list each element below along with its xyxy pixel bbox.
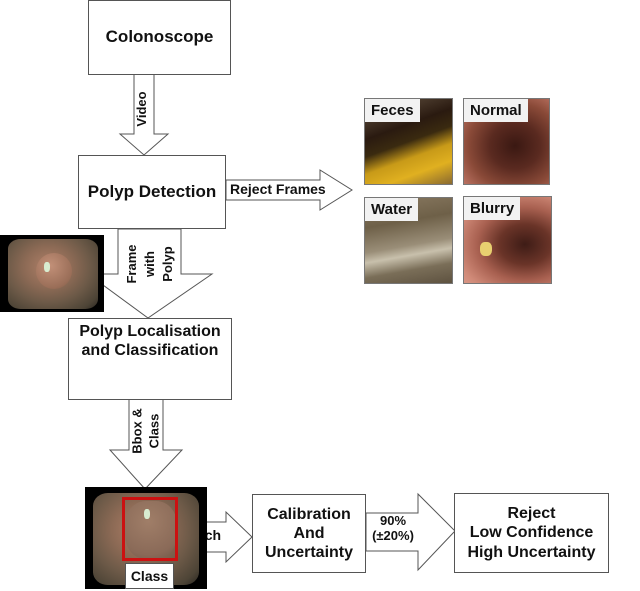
localisation-node: Polyp Localisation and Classification xyxy=(68,318,232,400)
rejected-frame-feces: Feces xyxy=(364,98,453,185)
rejected-frame-water: Water xyxy=(364,197,453,284)
class-label-tag: Class xyxy=(125,563,174,589)
normal-label: Normal xyxy=(464,99,528,122)
bounding-box xyxy=(122,497,178,561)
frame-with-polyp-label: Frame with Polyp xyxy=(118,236,181,292)
calibration-node: Calibration And Uncertainty xyxy=(252,494,366,573)
threshold-line2: (±20%) xyxy=(372,527,414,543)
colonoscope-label: Colonoscope xyxy=(105,27,214,47)
water-label: Water xyxy=(365,198,419,221)
calibration-label-line3: Uncertainty xyxy=(264,544,354,562)
bbox-class-line2: Class xyxy=(146,413,162,449)
reject-label-line1: Reject xyxy=(507,505,556,523)
threshold-label: 90% (±20%) xyxy=(366,513,420,544)
localised-polyp-image: Class xyxy=(85,487,207,589)
reject-label-line3: High Uncertainty xyxy=(467,543,596,561)
reject-label-line2: Low Confidence xyxy=(469,524,594,542)
colonoscope-node: Colonoscope xyxy=(88,0,231,75)
video-arrow-label: Video xyxy=(134,91,149,127)
rejected-frame-normal: Normal xyxy=(463,98,550,185)
threshold-line1: 90% xyxy=(379,513,407,528)
rejected-frame-blurry: Blurry xyxy=(463,196,552,284)
polyp-detection-node: Polyp Detection xyxy=(78,155,226,229)
calibration-label-line1: Calibration xyxy=(267,505,351,523)
bbox-class-label: Bbox & Class xyxy=(129,402,163,460)
localisation-label-line1: Polyp Localisation xyxy=(79,323,221,340)
frame-with-polyp-line3: Polyp xyxy=(159,246,175,282)
reject-node: Reject Low Confidence High Uncertainty xyxy=(454,493,609,573)
polyp-detection-label: Polyp Detection xyxy=(87,181,217,201)
localisation-label-line2: and Classification xyxy=(81,342,219,360)
blurry-label: Blurry xyxy=(464,197,521,220)
feces-label: Feces xyxy=(365,99,420,122)
class-label: Class xyxy=(130,568,169,584)
frame-with-polyp-image xyxy=(0,235,104,312)
reject-frames-label: Reject Frames xyxy=(230,181,326,197)
calibration-label-line2: And xyxy=(293,524,325,542)
